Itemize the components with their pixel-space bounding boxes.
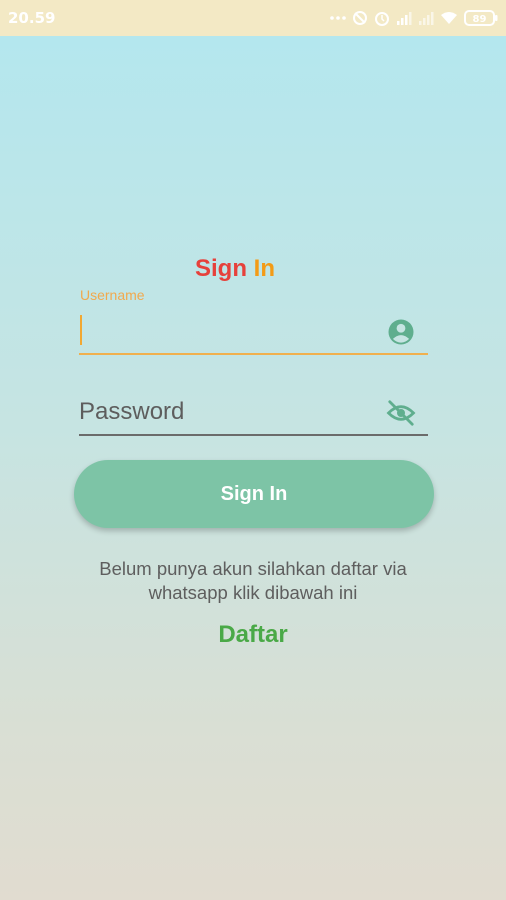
status-bar: 20.59 89	[0, 0, 506, 36]
password-field[interactable]	[79, 390, 428, 436]
battery-icon: 89	[464, 10, 498, 26]
title-in: In	[253, 255, 275, 282]
visibility-off-icon[interactable]	[386, 398, 416, 428]
page-title: Sign In	[0, 255, 470, 283]
wifi-icon	[440, 11, 458, 25]
title-sign: Sign	[195, 255, 247, 282]
account-circle-icon	[386, 317, 416, 347]
password-input[interactable]	[79, 390, 379, 434]
register-info-text: Belum punya akun silahkan daftar via wha…	[99, 558, 407, 603]
username-field[interactable]	[79, 309, 428, 355]
alarm-icon	[374, 10, 390, 26]
username-input[interactable]	[79, 309, 379, 353]
sync-icon	[352, 10, 368, 26]
signal-icon	[396, 11, 412, 25]
register-link[interactable]: Daftar	[0, 621, 506, 649]
more-dots-icon	[330, 15, 346, 21]
status-time: 20.59	[8, 9, 56, 27]
login-screen: Sign In Username Sign In Belum punya aku…	[0, 36, 506, 900]
username-label: Username	[80, 287, 145, 303]
battery-level: 89	[473, 14, 487, 25]
status-icons: 89	[330, 8, 498, 28]
signin-button[interactable]: Sign In	[74, 460, 434, 528]
signal-2-icon	[418, 11, 434, 25]
